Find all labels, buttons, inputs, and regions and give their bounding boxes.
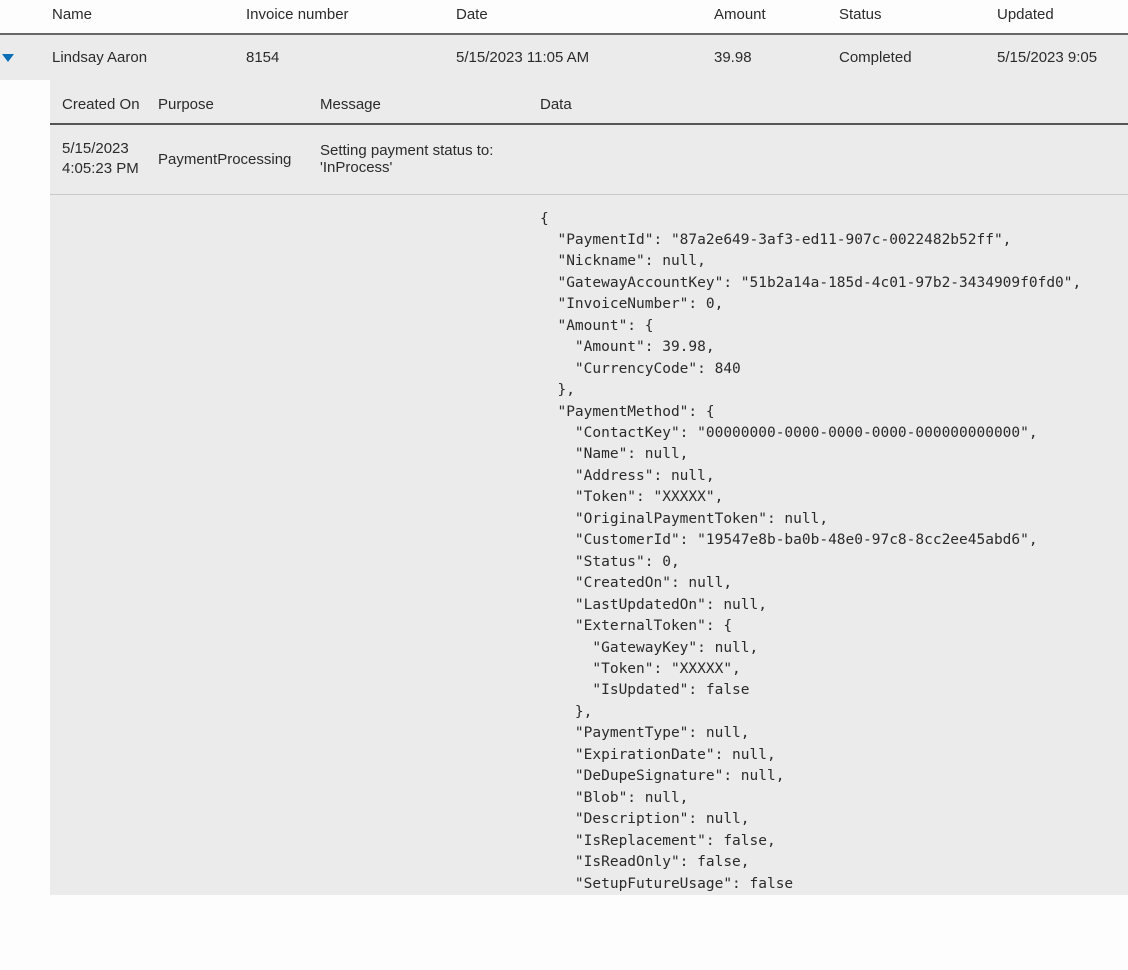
payment-detail-grid: Created On Purpose Message Data 5/15/202… — [50, 80, 1128, 895]
json-spacer-2 — [158, 209, 320, 896]
detail-cell-json: { "PaymentId": "87a2e649-3af3-ed11-907c-… — [540, 209, 1128, 896]
detail-row[interactable]: 5/15/2023 4:05:23 PM PaymentProcessing S… — [50, 125, 1128, 195]
detail-json-row: { "PaymentId": "87a2e649-3af3-ed11-907c-… — [50, 195, 1128, 896]
cell-name: Lindsay Aaron — [52, 49, 246, 66]
chevron-down-icon — [2, 54, 14, 62]
cell-status: Completed — [839, 49, 997, 66]
payments-grid: Name Invoice number Date Amount Status U… — [0, 0, 1128, 895]
header-expand-spacer — [0, 6, 52, 23]
header-amount[interactable]: Amount — [714, 6, 839, 23]
detail-cell-purpose: PaymentProcessing — [158, 151, 320, 168]
detail-cell-message: Setting payment status to: 'InProcess' — [320, 142, 540, 176]
json-spacer-1 — [62, 209, 158, 896]
json-payload-text: { "PaymentId": "87a2e649-3af3-ed11-907c-… — [540, 209, 1128, 896]
payments-grid-header: Name Invoice number Date Amount Status U… — [0, 0, 1128, 35]
header-name[interactable]: Name — [52, 6, 246, 23]
header-status[interactable]: Status — [839, 6, 997, 23]
detail-grid-header: Created On Purpose Message Data — [50, 80, 1128, 125]
cell-invoice: 8154 — [246, 49, 456, 66]
detail-header-data[interactable]: Data — [540, 96, 1128, 113]
cell-amount: 39.98 — [714, 49, 839, 66]
payment-row[interactable]: Lindsay Aaron 8154 5/15/2023 11:05 AM 39… — [0, 35, 1128, 80]
header-updated[interactable]: Updated — [997, 6, 1127, 23]
row-expand-toggle[interactable] — [0, 49, 52, 66]
cell-date: 5/15/2023 11:05 AM — [456, 49, 714, 66]
detail-header-created-on[interactable]: Created On — [62, 96, 158, 113]
header-date[interactable]: Date — [456, 6, 714, 23]
detail-header-purpose[interactable]: Purpose — [158, 96, 320, 113]
header-invoice[interactable]: Invoice number — [246, 6, 456, 23]
json-spacer-3 — [320, 209, 540, 896]
detail-cell-created-on: 5/15/2023 4:05:23 PM — [62, 139, 158, 180]
cell-updated: 5/15/2023 9:05 — [997, 49, 1127, 66]
detail-header-message[interactable]: Message — [320, 96, 540, 113]
